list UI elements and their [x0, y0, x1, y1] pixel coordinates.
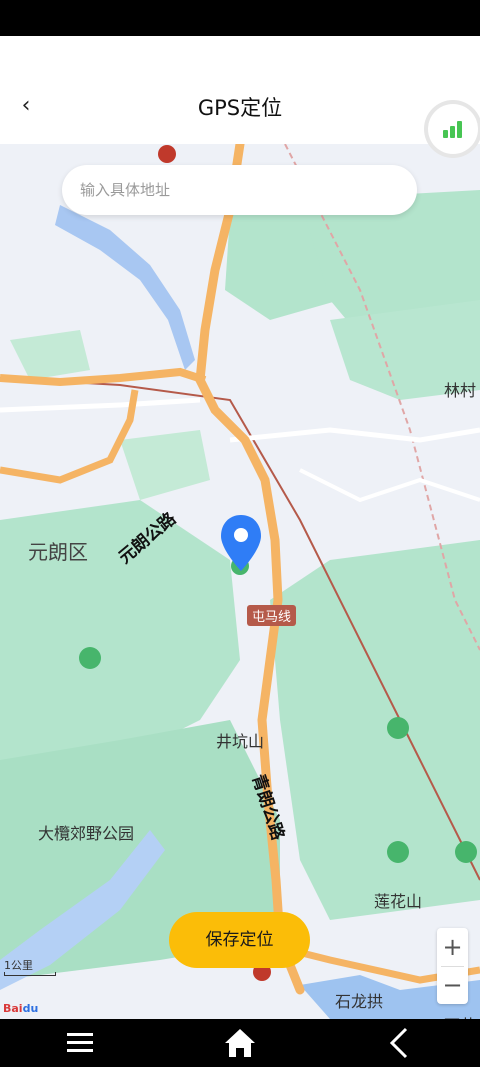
system-nav-bar	[0, 1019, 480, 1067]
header: ‹ GPS定位	[0, 36, 480, 144]
zoom-divider	[441, 966, 464, 967]
home-icon[interactable]	[210, 1019, 270, 1067]
map-view[interactable]: 元朗区 林村 元朗公路 青朗公路 屯马线 井坑山 大欖郊野公园 莲花山 石龙拱 …	[0, 144, 480, 1019]
address-search-input[interactable]	[80, 165, 400, 215]
zoom-control: + −	[437, 928, 468, 1004]
page-title: GPS定位	[197, 96, 283, 120]
metro-line-label: 屯马线	[247, 605, 297, 626]
zoom-out-button[interactable]: −	[437, 966, 468, 1004]
map-label-district: 元朗区	[28, 540, 88, 564]
map-brand-logo: Baidu	[3, 1002, 38, 1015]
signal-button[interactable]	[428, 104, 478, 154]
brand-text: Bai	[3, 1002, 23, 1015]
save-location-button[interactable]: 保存定位	[169, 912, 310, 968]
map-label-park: 大欖郊野公园	[38, 824, 135, 843]
menu-icon[interactable]	[50, 1019, 110, 1067]
brand-suffix: du	[22, 1002, 39, 1015]
back-arrow-icon[interactable]	[370, 1019, 430, 1067]
location-pin-icon[interactable]	[219, 513, 263, 575]
map-label-mountain-2: 石龙拱	[335, 992, 384, 1011]
zoom-in-button[interactable]: +	[437, 928, 468, 966]
map-scale-bar	[4, 972, 56, 976]
status-bar	[0, 0, 480, 36]
map-scale-label: 1公里	[4, 959, 33, 972]
search-box[interactable]	[62, 165, 417, 215]
map-label-village: 林村	[444, 381, 477, 400]
signal-strength-icon	[443, 130, 448, 138]
map-label-pin-place: 井坑山	[216, 732, 265, 751]
map-label-mountain-1: 莲花山	[374, 892, 423, 911]
map-label-edge-place: 下花	[444, 1012, 476, 1019]
